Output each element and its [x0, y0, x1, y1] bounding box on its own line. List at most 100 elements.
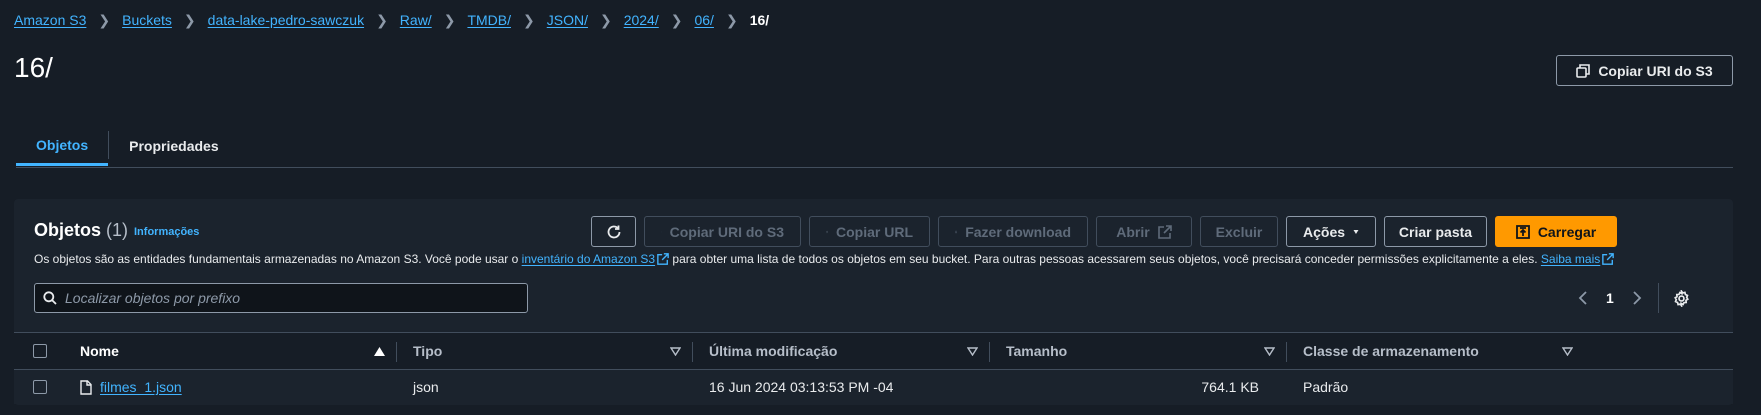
tab-propriedades[interactable]: Propriedades — [109, 126, 238, 165]
refresh-button[interactable] — [591, 216, 636, 247]
chevron-right-icon: ❯ — [725, 11, 738, 28]
objects-panel-header: Objetos (1) Informações Copiar URI do S3 — [14, 199, 1733, 332]
column-header-last-modified[interactable]: Última modificação — [693, 333, 990, 369]
chevron-left-icon[interactable] — [1578, 291, 1588, 305]
column-header-size[interactable]: Tamanho — [990, 333, 1287, 369]
sort-ascending-icon — [374, 346, 385, 356]
inventory-link[interactable]: inventário do Amazon S3 — [522, 252, 655, 266]
select-all-checkbox[interactable] — [33, 344, 47, 358]
upload-icon — [1515, 224, 1530, 239]
copy-s3-uri-button[interactable]: Copiar URI do S3 — [1556, 55, 1733, 86]
chevron-right-icon: ❯ — [98, 11, 111, 28]
search-box — [34, 283, 528, 313]
cell-storage-class: Padrão — [1303, 379, 1349, 395]
objects-count: (1) — [106, 220, 129, 240]
file-icon — [80, 379, 92, 395]
table-row[interactable]: filmes_1.json json 16 Jun 2024 03:13:53 … — [14, 370, 1733, 404]
column-header-name-label: Nome — [80, 343, 119, 359]
breadcrumb-raw[interactable]: Raw/ — [400, 12, 432, 28]
column-header-type-label: Tipo — [413, 343, 443, 359]
objects-title: Objetos — [34, 220, 102, 240]
gear-icon[interactable] — [1673, 289, 1690, 307]
chevron-right-icon: ❯ — [376, 11, 388, 28]
copy-url-label: Copiar URL — [836, 223, 913, 240]
breadcrumb-amazon-s3[interactable]: Amazon S3 — [14, 12, 86, 28]
tab-objetos[interactable]: Objetos — [16, 126, 109, 166]
chevron-right-icon: ❯ — [183, 11, 196, 28]
pagination: 1 — [1578, 283, 1690, 313]
search-input[interactable] — [65, 290, 505, 306]
copy-icon — [1576, 63, 1591, 78]
external-link-icon — [657, 253, 669, 265]
table-header: Nome Tipo Última modificação Tamanho Cla — [14, 332, 1733, 370]
copy-url-button[interactable]: Copiar URL — [809, 216, 930, 247]
column-header-type[interactable]: Tipo — [397, 333, 693, 369]
sort-caret-icon — [1264, 346, 1275, 356]
create-folder-button[interactable]: Criar pasta — [1384, 216, 1487, 247]
open-label: Abrir — [1116, 223, 1150, 240]
breadcrumb-buckets[interactable]: Buckets — [122, 12, 172, 28]
sort-caret-icon — [670, 346, 681, 356]
external-link-icon — [1157, 224, 1172, 239]
download-label: Fazer download — [965, 223, 1071, 240]
column-header-storage-class[interactable]: Classe de armazenamento — [1287, 333, 1585, 369]
column-header-last-modified-label: Última modificação — [709, 343, 838, 359]
column-header-size-label: Tamanho — [1006, 343, 1068, 359]
info-link[interactable]: Informações — [134, 226, 199, 238]
breadcrumb: Amazon S3 ❯ Buckets ❯ data-lake-pedro-sa… — [14, 11, 769, 29]
file-link[interactable]: filmes_1.json — [80, 379, 182, 395]
objects-heading: Objetos (1) — [34, 220, 128, 241]
tabs: Objetos Propriedades — [16, 128, 1733, 168]
copy-s3-uri-toolbar-label: Copiar URI do S3 — [669, 223, 784, 240]
actions-label: Ações — [1303, 223, 1346, 240]
row-checkbox[interactable] — [33, 380, 47, 394]
sort-caret-icon — [1562, 346, 1573, 356]
chevron-right-icon: ❯ — [599, 11, 612, 28]
chevron-right-icon[interactable] — [1632, 291, 1642, 305]
file-name: filmes_1.json — [100, 379, 182, 395]
description-text-1: Os objetos são as entidades fundamentais… — [34, 252, 519, 266]
page-title: 16/ — [14, 52, 53, 83]
learn-more-link[interactable]: Saiba mais — [1541, 252, 1600, 266]
sort-caret-icon — [967, 346, 978, 356]
copy-s3-uri-label: Copiar URI do S3 — [1598, 62, 1713, 79]
breadcrumb-bucket[interactable]: data-lake-pedro-sawczuk — [208, 12, 364, 28]
delete-label: Excluir — [1215, 223, 1263, 240]
actions-dropdown[interactable]: Ações — [1286, 216, 1376, 247]
column-header-name[interactable]: Nome — [64, 333, 397, 369]
upload-label: Carregar — [1537, 223, 1597, 240]
breadcrumb-current: 16/ — [749, 12, 770, 28]
delete-button[interactable]: Excluir — [1200, 216, 1278, 247]
search-icon — [43, 291, 57, 305]
open-button[interactable]: Abrir — [1096, 216, 1192, 247]
objects-description: Os objetos são as entidades fundamentais… — [34, 252, 1615, 266]
description-text-2: para obter uma lista de todos os objetos… — [672, 252, 1538, 266]
breadcrumb-json[interactable]: JSON/ — [547, 12, 588, 28]
objects-toolbar: Copiar URI do S3 Copiar URL Fazer downlo… — [591, 216, 1617, 247]
upload-button[interactable]: Carregar — [1495, 216, 1617, 247]
copy-icon — [826, 230, 828, 233]
breadcrumb-06[interactable]: 06/ — [694, 12, 713, 28]
objects-table: Nome Tipo Última modificação Tamanho Cla — [14, 332, 1733, 404]
chevron-right-icon: ❯ — [523, 11, 535, 28]
cell-size: 764.1 KB — [1201, 379, 1259, 395]
column-header-storage-class-label: Classe de armazenamento — [1303, 343, 1479, 359]
download-icon — [955, 230, 958, 233]
cell-last-modified: 16 Jun 2024 03:13:53 PM -04 — [709, 379, 894, 395]
breadcrumb-2024[interactable]: 2024/ — [624, 12, 659, 28]
objects-panel: Objetos (1) Informações Copiar URI do S3 — [14, 199, 1733, 405]
cell-name: filmes_1.json — [64, 370, 397, 404]
caret-down-icon — [1353, 229, 1359, 234]
download-button[interactable]: Fazer download — [938, 216, 1088, 247]
cell-type: json — [413, 379, 439, 395]
create-folder-label: Criar pasta — [1398, 223, 1473, 240]
chevron-right-icon: ❯ — [443, 11, 456, 28]
chevron-right-icon: ❯ — [670, 11, 683, 28]
external-link-icon — [1602, 253, 1615, 265]
page-number[interactable]: 1 — [1606, 290, 1614, 306]
copy-s3-uri-toolbar-button[interactable]: Copiar URI do S3 — [644, 216, 801, 247]
header-select-cell — [16, 333, 64, 369]
refresh-icon — [607, 225, 620, 238]
breadcrumb-tmdb[interactable]: TMDB/ — [467, 12, 511, 28]
row-select-cell — [16, 370, 64, 404]
